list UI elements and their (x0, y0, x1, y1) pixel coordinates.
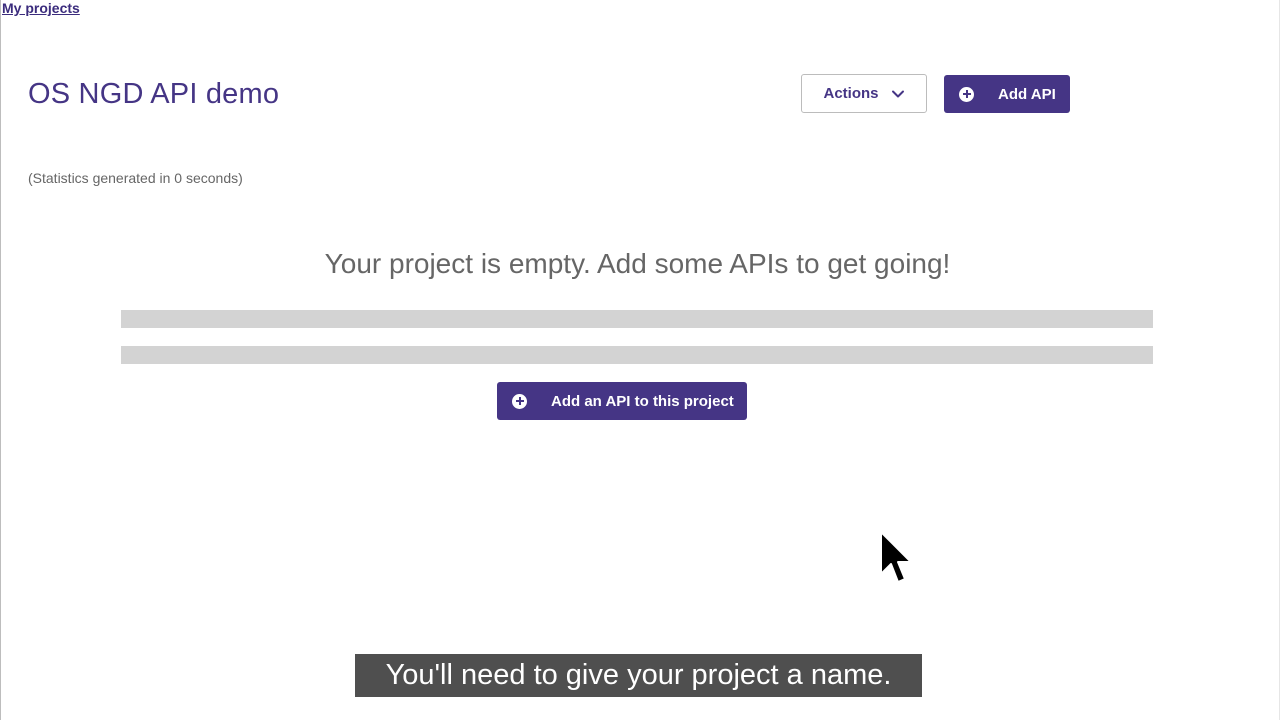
plus-circle-icon (512, 393, 527, 409)
mouse-pointer-icon (878, 530, 914, 586)
frame-border-left (0, 0, 1, 720)
video-caption: You'll need to give your project a name. (355, 654, 922, 697)
add-api-label: Add API (998, 85, 1056, 103)
page-title: OS NGD API demo (28, 78, 280, 110)
statistics-text: (Statistics generated in 0 seconds) (28, 170, 243, 186)
chevron-down-icon (891, 87, 905, 101)
add-api-to-project-button[interactable]: Add an API to this project (497, 382, 747, 420)
empty-project-message: Your project is empty. Add some APIs to … (324, 248, 951, 279)
plus-circle-icon (959, 86, 974, 102)
placeholder-bar (121, 310, 1153, 328)
actions-label: Actions (823, 85, 879, 102)
placeholder-bar (121, 346, 1153, 364)
add-api-to-project-label: Add an API to this project (551, 392, 734, 410)
add-api-button[interactable]: Add API (944, 75, 1070, 113)
breadcrumb-my-projects-link[interactable]: My projects (2, 0, 80, 16)
actions-dropdown-button[interactable]: Actions (801, 74, 927, 113)
